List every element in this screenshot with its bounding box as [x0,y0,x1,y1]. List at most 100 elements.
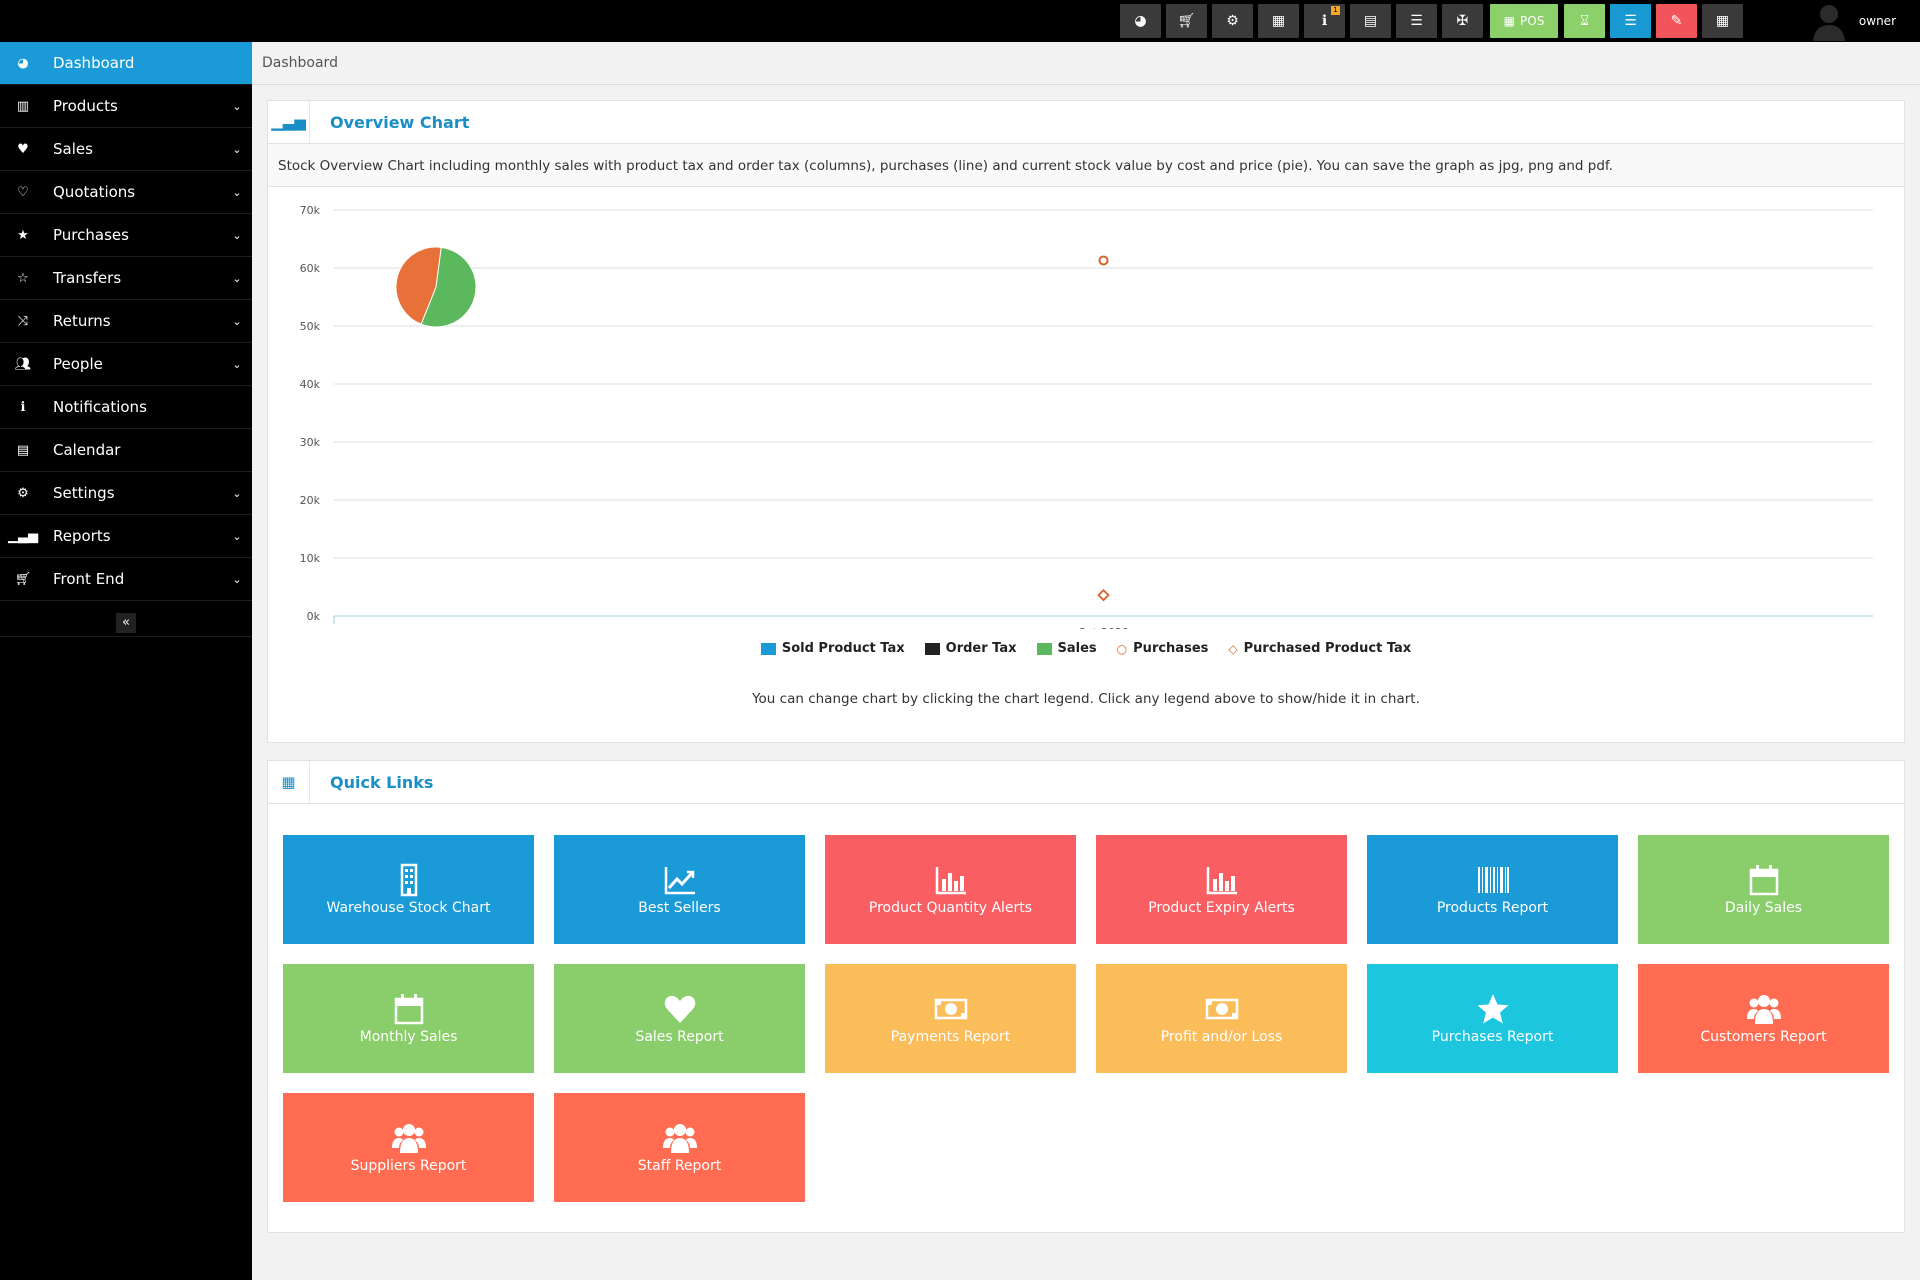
sidebar-item-label: Products [53,97,118,115]
purchases-point [1098,255,1109,266]
legend-item[interactable]: Order Tax [924,641,1017,656]
top-navbar: ◕ 🛒︎ ⚙ ▦ ℹ 1 ▤ ☰ ✠ ▦ POS ⌛︎ ☰ ✎ ▦ owner [0,0,1920,42]
quick-link-product-quantity-alerts[interactable]: Product Quantity Alerts [825,835,1076,944]
y-tick-label: 60k [300,262,321,275]
legend-item[interactable]: Sold Product Tax [760,641,905,656]
quick-link-product-expiry-alerts[interactable]: Product Expiry Alerts [1096,835,1347,944]
quick-links-header: ▦ Quick Links [268,760,1904,804]
quick-link-products-report[interactable]: Products Report [1367,835,1618,944]
y-tick-label: 70k [300,204,321,217]
chart-legend: Sold Product Tax Order Tax Sales ○ Purchases… [268,641,1904,656]
sidebar-item-label: Front End [53,570,125,588]
sidebar-item-label: Returns [53,312,111,330]
sidebar-item-notifications[interactable]: ℹ Notifications [0,386,252,429]
dashboard-button[interactable]: ◕ [1120,4,1161,38]
cart-icon: 🛒︎ [14,571,32,587]
sidebar-item-people[interactable]: 👥︎ People ⌄ [0,343,252,386]
quick-link-customers-report[interactable]: Customers Report [1638,964,1889,1073]
quick-link-label: Customers Report [1700,1029,1827,1045]
info-button[interactable]: ℹ1 [1304,4,1345,38]
pos-button[interactable]: ▦ POS [1490,4,1558,38]
sidebar-item-transfers[interactable]: ☆ Transfers ⌄ [0,257,252,300]
star-icon: ★ [17,227,29,243]
info-icon: ℹ [1321,13,1328,29]
calculator-icon: ▦ [1271,13,1286,29]
y-tick-label: 30k [300,436,321,449]
stack-button[interactable]: ☰ [1396,4,1437,38]
chevron-down-icon: ⌄ [232,271,242,285]
quick-link-staff-report[interactable]: Staff Report [554,1093,805,1202]
list-icon: ☰ [1624,13,1637,29]
quick-link-suppliers-report[interactable]: Suppliers Report [283,1093,534,1202]
sidebar-item-calendar[interactable]: ▤ Calendar [0,429,252,472]
cart-button[interactable]: 🛒︎ [1166,4,1207,38]
list-button[interactable]: ☰ [1610,4,1651,38]
overview-chart-description: Stock Overview Chart including monthly s… [268,144,1904,187]
quick-link-sales-report[interactable]: Sales Report [554,964,805,1073]
apps-button[interactable]: ▦ [1702,4,1743,38]
sidebar-item-products[interactable]: ▥ Products ⌄ [0,85,252,128]
quick-link-monthly-sales[interactable]: Monthly Sales [283,964,534,1073]
quick-link-daily-sales[interactable]: Daily Sales [1638,835,1889,944]
y-tick-label: 10k [300,552,321,565]
eraser-icon: ✎ [1670,13,1683,29]
heart-icon [663,992,697,1026]
legend-diamond-marker: ◇ [1228,641,1238,656]
overview-chart-header: ▁▃▅ Overview Chart [268,100,1904,144]
bar-chart-icon: ▁▃▅ [8,528,38,544]
flag-uk-icon: ✠ [1456,13,1469,29]
bar-chart-icon [1205,863,1239,897]
clear-cache-button[interactable]: ✎ [1656,4,1697,38]
sidebar-item-dashboard[interactable]: ◕ Dashboard [0,42,252,85]
legend-circle-marker: ○ [1116,641,1128,656]
breadcrumb[interactable]: Dashboard [262,55,338,71]
star-outline-icon: ☆ [17,270,29,286]
sidebar-item-quotations[interactable]: ♡ Quotations ⌄ [0,171,252,214]
sidebar-item-reports[interactable]: ▁▃▅ Reports ⌄ [0,515,252,558]
legend-label: Purchased Product Tax [1243,641,1412,656]
quick-link-label: Staff Report [637,1158,722,1174]
chevron-down-icon: ⌄ [232,228,242,242]
sidebar-item-sales[interactable]: ♥ Sales ⌄ [0,128,252,171]
sidebar-item-returns[interactable]: ⤨ Returns ⌄ [0,300,252,343]
quick-link-label: Daily Sales [1724,900,1803,916]
legend-item[interactable]: Sales [1036,641,1097,656]
hourglass-button[interactable]: ⌛︎ [1564,4,1605,38]
legend-item[interactable]: ○ Purchases [1117,641,1209,656]
chevron-down-icon: ⌄ [232,314,242,328]
sidebar-item-purchases[interactable]: ★ Purchases ⌄ [0,214,252,257]
heart-icon: ♥ [17,141,29,157]
quick-links-box: ▦ Quick Links Warehouse Stock Chart Best … [267,760,1905,1233]
quick-links-title: Quick Links [330,772,434,792]
barcode-icon [1476,863,1510,897]
quick-link-profit-and-or-loss[interactable]: Profit and/or Loss [1096,964,1347,1073]
overview-chart: 0k 10k 20k 30k 40k 50k 60k 70k Oct-2020 [300,204,1873,629]
y-tick-label: 50k [300,320,321,333]
quick-link-best-sellers[interactable]: Best Sellers [554,835,805,944]
quick-link-payments-report[interactable]: Payments Report [825,964,1076,1073]
cogs-button[interactable]: ⚙ [1212,4,1253,38]
dashboard-icon: ◕ [1134,13,1147,29]
calculator-button[interactable]: ▦ [1258,4,1299,38]
flag-uk-button[interactable]: ✠ [1442,4,1483,38]
calendar-button[interactable]: ▤ [1350,4,1391,38]
overview-chart-title: Overview Chart [330,112,470,132]
user-menu[interactable]: owner [1811,0,1896,42]
dashboard-icon: ◕ [17,55,29,71]
sidebar-item-label: Sales [53,140,93,158]
random-icon: ⤨ [17,313,29,329]
legend-item[interactable]: ◇ Purchased Product Tax [1228,641,1411,656]
sidebar-item-front-end[interactable]: 🛒︎ Front End ⌄ [0,558,252,601]
sidebar-collapse: « [0,613,252,637]
sidebar-item-label: Notifications [53,398,147,416]
line-chart-icon [663,863,697,897]
chevron-down-icon: ⌄ [232,572,242,586]
pos-label: POS [1520,14,1545,28]
heart-outline-icon: ♡ [17,184,29,200]
quick-link-warehouse-stock-chart[interactable]: Warehouse Stock Chart [283,835,534,944]
sidebar-item-settings[interactable]: ⚙ Settings ⌄ [0,472,252,515]
quick-link-purchases-report[interactable]: Purchases Report [1367,964,1618,1073]
legend-label: Sold Product Tax [781,641,905,656]
collapse-sidebar-button[interactable]: « [116,613,136,633]
grid-icon: ▦ [1503,14,1516,28]
